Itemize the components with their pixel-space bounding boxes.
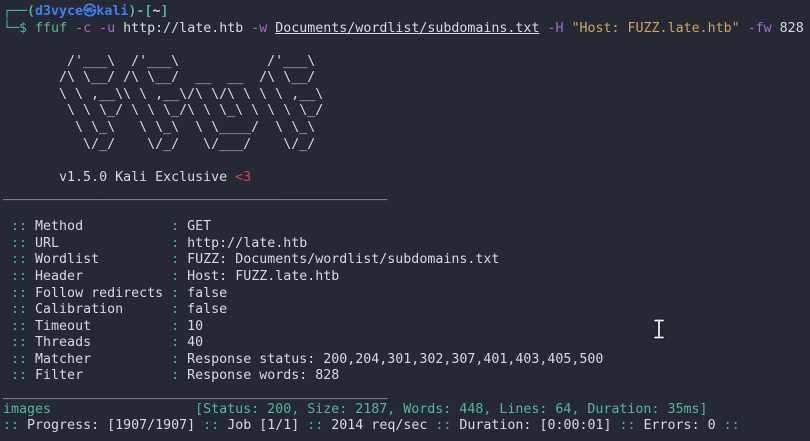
terminal-output: ┌──(d3vyce㉿kali)-[~]└─$ ffuf -c -u http:…	[3, 4, 810, 435]
terminal-line: \ \ ,__\\ \ ,__\/\ \/\ \ \ \ ,__\	[3, 87, 810, 104]
terminal-line: └─$ ffuf -c -u http://late.htb -w Docume…	[3, 21, 810, 38]
terminal-line: :: Header : Host: FUZZ.late.htb	[3, 269, 810, 286]
terminal-line: :: Progress: [1907/1907] :: Job [1/1] ::…	[3, 418, 810, 435]
terminal-line: ┌──(d3vyce㉿kali)-[~]	[3, 4, 810, 21]
terminal-line	[3, 203, 810, 220]
terminal-line: v1.5.0 Kali Exclusive <3	[3, 170, 810, 187]
terminal-line: :: Matcher : Response status: 200,204,30…	[3, 352, 810, 369]
terminal-line: :: Method : GET	[3, 219, 810, 236]
terminal-line: images [Status: 200, Size: 2187, Words: …	[3, 402, 810, 419]
terminal-line	[3, 153, 810, 170]
terminal-line: ________________________________________…	[3, 385, 810, 402]
terminal-line: :: Timeout : 10	[3, 319, 810, 336]
terminal-line: \ \_\ \ \_\ \ \____/ \ \_\	[3, 120, 810, 137]
terminal-line: \ \ \_/ \ \ \_/\ \ \_\ \ \ \ \_/	[3, 103, 810, 120]
terminal-line	[3, 37, 810, 54]
terminal-window[interactable]: ┌──(d3vyce㉿kali)-[~]└─$ ffuf -c -u http:…	[0, 0, 810, 441]
terminal-line: :: URL : http://late.htb	[3, 236, 810, 253]
terminal-line: :: Filter : Response words: 828	[3, 368, 810, 385]
terminal-line: /'___\ /'___\ /'___\	[3, 54, 810, 71]
terminal-line: :: Follow redirects : false	[3, 286, 810, 303]
terminal-line: :: Wordlist : FUZZ: Documents/wordlist/s…	[3, 252, 810, 269]
terminal-line: :: Calibration : false	[3, 302, 810, 319]
terminal-line: \/_/ \/_/ \/___/ \/_/	[3, 137, 810, 154]
terminal-line: ________________________________________…	[3, 186, 810, 203]
terminal-line: /\ \__/ /\ \__/ __ __ /\ \__/	[3, 70, 810, 87]
terminal-line: :: Threads : 40	[3, 335, 810, 352]
